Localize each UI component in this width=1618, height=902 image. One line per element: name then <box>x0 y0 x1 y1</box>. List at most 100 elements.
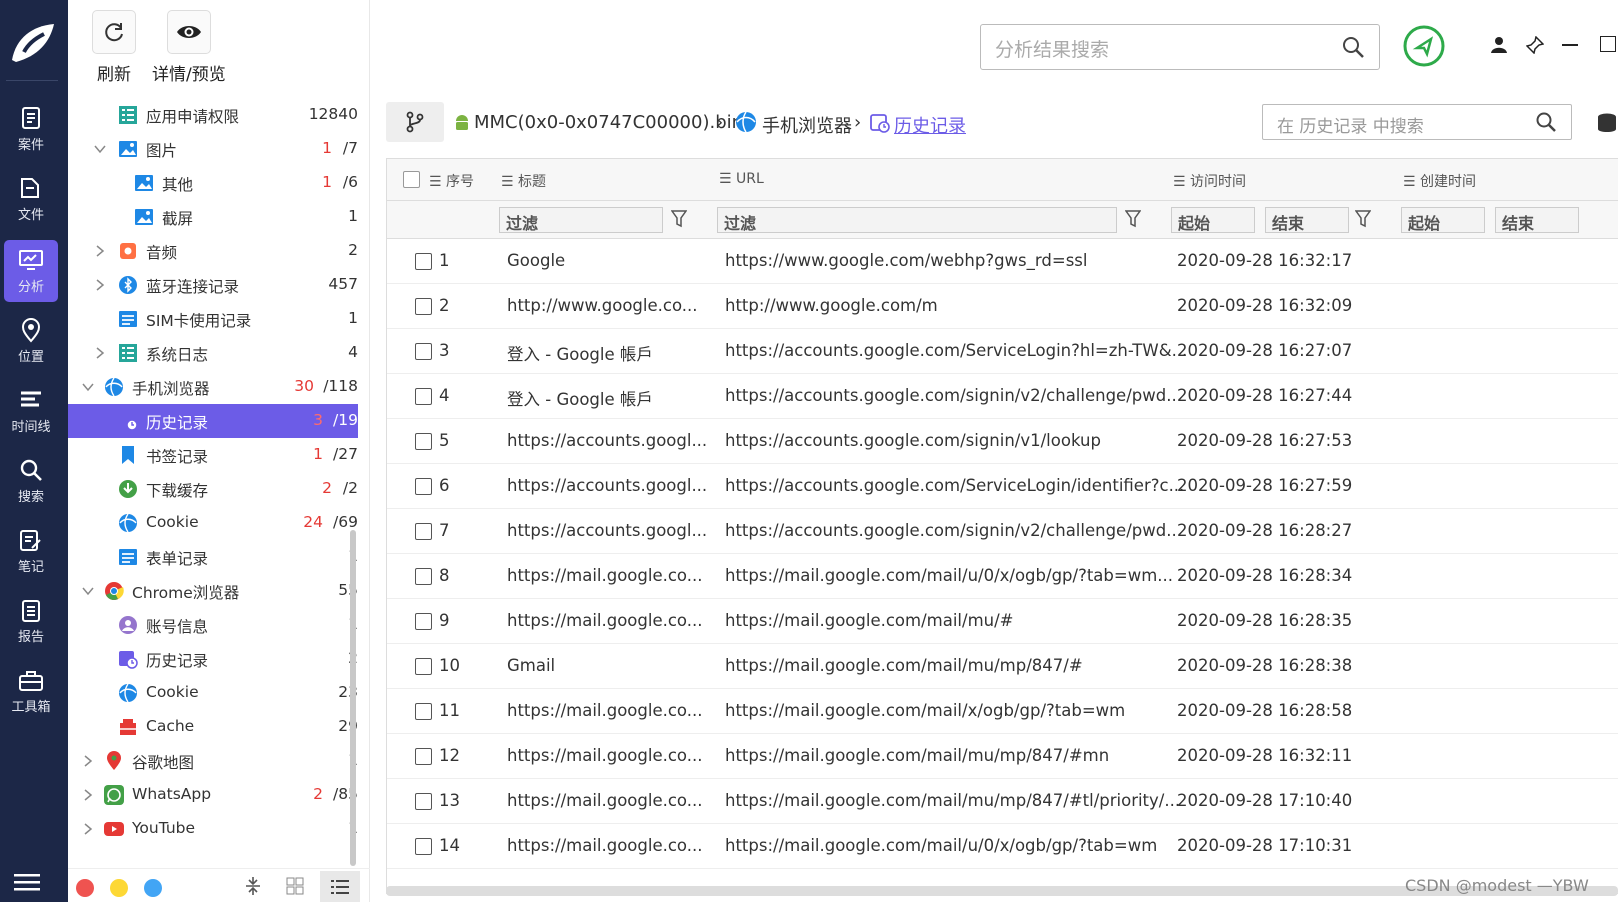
row-checkbox[interactable] <box>415 793 432 810</box>
tree-item[interactable]: 截屏 1 <box>68 200 358 234</box>
url-filter-input[interactable]: 过滤 <box>717 207 1117 233</box>
nav-item-location[interactable]: 位置 <box>4 310 58 372</box>
pin-icon[interactable] <box>1526 36 1544 54</box>
status-ok-icon[interactable] <box>1402 24 1446 68</box>
chevron-right-icon[interactable] <box>82 789 94 801</box>
red-dot-filter[interactable] <box>76 879 94 897</box>
chevron-right-icon[interactable] <box>82 823 94 835</box>
row-checkbox[interactable] <box>415 613 432 630</box>
refresh-button[interactable]: 刷新 <box>92 10 136 85</box>
select-all-checkbox[interactable] <box>403 171 420 188</box>
nav-item-report[interactable]: 报告 <box>4 590 58 652</box>
nav-item-analysis[interactable]: 分析 <box>4 240 58 302</box>
table-row[interactable]: 9 https://mail.google.co... https://mail.g… <box>387 599 1618 644</box>
grid-view-icon[interactable] <box>286 877 304 895</box>
column-header-title[interactable]: ☰ 标题 <box>501 171 546 191</box>
chevron-right-icon[interactable] <box>94 347 106 359</box>
hamburger-menu-icon[interactable] <box>14 872 40 892</box>
row-checkbox[interactable] <box>415 703 432 720</box>
column-header-create-time[interactable]: ☰ 创建时间 <box>1403 171 1476 191</box>
table-row[interactable]: 3 登入 - Google 帳戶 https://accounts.google.c… <box>387 329 1618 374</box>
chevron-right-icon[interactable] <box>94 245 106 257</box>
filter-funnel-icon[interactable] <box>671 210 687 228</box>
search-icon[interactable] <box>1341 35 1365 59</box>
row-checkbox[interactable] <box>415 658 432 675</box>
tree-item[interactable]: 账号信息1 <box>68 608 358 642</box>
row-checkbox[interactable] <box>415 433 432 450</box>
filter-funnel-icon[interactable] <box>1355 210 1371 228</box>
nav-item-toolbox[interactable]: 工具箱 <box>4 660 58 722</box>
tree-item[interactable]: 蓝牙连接记录 457 <box>68 268 358 302</box>
minimize-icon[interactable] <box>1562 44 1578 46</box>
row-checkbox[interactable] <box>415 343 432 360</box>
tree-item[interactable]: 系统日志 4 <box>68 336 358 370</box>
table-row[interactable]: 8 https://mail.google.co... https://mail.g… <box>387 554 1618 599</box>
table-row[interactable]: 11 https://mail.google.co... https://mail.… <box>387 689 1618 734</box>
tree-item[interactable]: 书签记录 1/27 <box>68 438 358 472</box>
chevron-down-icon[interactable] <box>94 143 106 155</box>
list-view-button[interactable] <box>320 871 360 902</box>
table-row[interactable]: 5 https://accounts.googl... https://accoun… <box>387 419 1618 464</box>
visit-end-input[interactable]: 结束 <box>1265 207 1349 233</box>
chevron-right-icon[interactable] <box>82 755 94 767</box>
row-checkbox[interactable] <box>415 523 432 540</box>
tree-item[interactable]: Cookie 24/69 <box>68 506 358 540</box>
yellow-dot-filter[interactable] <box>110 879 128 897</box>
tree-scrollbar[interactable] <box>350 530 356 866</box>
section-search-input[interactable]: 在 历史记录 中搜索 <box>1262 104 1572 140</box>
row-checkbox[interactable] <box>415 388 432 405</box>
column-header-visit-time[interactable]: ☰ 访问时间 <box>1173 171 1246 191</box>
database-icon[interactable] <box>1596 112 1618 134</box>
tree-item[interactable]: 历史记录2 <box>68 642 358 676</box>
tree-item[interactable]: 表单记录1 <box>68 540 358 574</box>
preview-button[interactable]: 详情/预览 <box>152 10 226 85</box>
tree-item[interactable]: 下载缓存 2/2 <box>68 472 358 506</box>
table-row[interactable]: 6 https://accounts.googl... https://accoun… <box>387 464 1618 509</box>
create-start-input[interactable]: 起始 <box>1401 207 1485 233</box>
search-icon[interactable] <box>1535 111 1557 133</box>
tree-item[interactable]: 音频 2 <box>68 234 358 268</box>
user-icon[interactable] <box>1490 36 1508 54</box>
row-checkbox[interactable] <box>415 478 432 495</box>
tree-item[interactable]: Cache 29 <box>68 710 358 744</box>
nav-item-file[interactable]: 文件 <box>4 168 58 230</box>
nav-item-note[interactable]: 笔记 <box>4 520 58 582</box>
nav-item-case[interactable]: 案件 <box>4 98 58 160</box>
tree-item[interactable]: 谷歌地图1 <box>68 744 358 778</box>
tree-item[interactable]: SIM卡使用记录 1 <box>68 302 358 336</box>
table-row[interactable]: 2 http://www.google.co... http://www.googl… <box>387 284 1618 329</box>
maximize-icon[interactable] <box>1600 36 1616 52</box>
tree-item[interactable]: 手机浏览器 30/118 <box>68 370 358 404</box>
title-filter-input[interactable]: 过滤 <box>499 207 663 233</box>
visit-start-input[interactable]: 起始 <box>1171 207 1255 233</box>
tree-item[interactable]: 其他 1/6 <box>68 166 358 200</box>
branch-toggle-button[interactable] <box>386 102 444 142</box>
table-row[interactable]: 4 登入 - Google 帳戶 https://accounts.google.c… <box>387 374 1618 419</box>
chevron-down-icon[interactable] <box>82 585 94 597</box>
row-checkbox[interactable] <box>415 748 432 765</box>
column-header-index[interactable]: ☰ 序号 <box>429 171 474 191</box>
blue-dot-filter[interactable] <box>144 879 162 897</box>
row-checkbox[interactable] <box>415 253 432 270</box>
create-end-input[interactable]: 结束 <box>1495 207 1579 233</box>
table-row[interactable]: 12 https://mail.google.co... https://mail.… <box>387 734 1618 779</box>
tree-item[interactable]: WhatsApp 2/85 <box>68 778 358 812</box>
chevron-right-icon[interactable] <box>94 279 106 291</box>
tree-item[interactable]: Cookie 23 <box>68 676 358 710</box>
collapse-icon[interactable] <box>244 875 262 897</box>
breadcrumb-app[interactable]: 手机浏览器 <box>762 112 852 138</box>
chevron-down-icon[interactable] <box>82 381 94 393</box>
breadcrumb-current[interactable]: 历史记录 <box>894 112 966 138</box>
table-row[interactable]: 7 https://accounts.googl... https://accoun… <box>387 509 1618 554</box>
tree-item[interactable]: YouTube1 <box>68 812 358 846</box>
tree-item[interactable]: 图片 1/7 <box>68 132 358 166</box>
filter-funnel-icon[interactable] <box>1125 210 1141 228</box>
table-row[interactable]: 1 Google https://www.google.com/webhp?gws_… <box>387 239 1618 284</box>
nav-item-timeline[interactable]: 时间线 <box>4 380 58 442</box>
column-header-url[interactable]: ☰ URL <box>719 171 764 187</box>
table-row[interactable]: 10 Gmail https://mail.google.com/mail/mu/m… <box>387 644 1618 689</box>
analysis-search-input[interactable]: 分析结果搜索 <box>980 24 1380 70</box>
breadcrumb-source[interactable]: MMC(0x0-0x0747C00000).bin <box>474 112 743 133</box>
tree-item[interactable]: 应用申请权限 12840 <box>68 98 358 132</box>
row-checkbox[interactable] <box>415 298 432 315</box>
